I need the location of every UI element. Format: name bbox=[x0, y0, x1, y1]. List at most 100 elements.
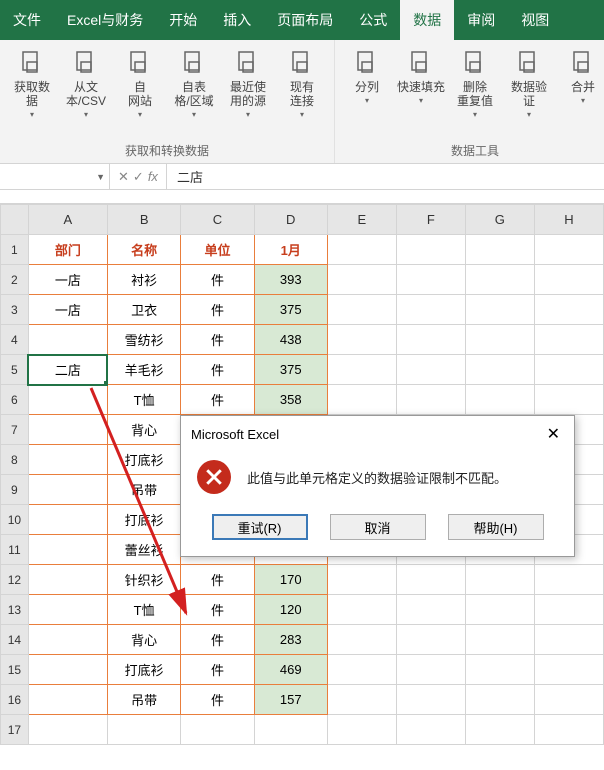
cell-H3[interactable] bbox=[534, 295, 603, 325]
cell-A2[interactable]: 一店 bbox=[28, 265, 107, 295]
row-header-9[interactable]: 9 bbox=[1, 475, 29, 505]
tab-插入[interactable]: 插入 bbox=[210, 0, 264, 40]
cell-E1[interactable] bbox=[327, 235, 396, 265]
cell-A11[interactable] bbox=[28, 535, 107, 565]
recent-sources[interactable]: 最近使用的源▾ bbox=[222, 44, 274, 140]
cell-D3[interactable]: 375 bbox=[254, 295, 327, 325]
cell-C13[interactable]: 件 bbox=[181, 595, 254, 625]
col-header-E[interactable]: E bbox=[327, 205, 396, 235]
cell-E14[interactable] bbox=[327, 625, 396, 655]
col-header-C[interactable]: C bbox=[181, 205, 254, 235]
row-header-13[interactable]: 13 bbox=[1, 595, 29, 625]
cell-E6[interactable] bbox=[327, 385, 396, 415]
cell-G2[interactable] bbox=[465, 265, 534, 295]
cell-H17[interactable] bbox=[534, 715, 603, 745]
cell-A17[interactable] bbox=[28, 715, 107, 745]
name-box[interactable]: ▼ bbox=[0, 164, 110, 189]
col-header-H[interactable]: H bbox=[534, 205, 603, 235]
col-header-G[interactable]: G bbox=[465, 205, 534, 235]
cell-B5[interactable]: 羊毛衫 bbox=[107, 355, 180, 385]
cell-A7[interactable] bbox=[28, 415, 107, 445]
cell-E12[interactable] bbox=[327, 565, 396, 595]
cell-A9[interactable] bbox=[28, 475, 107, 505]
cell-D5[interactable]: 375 bbox=[254, 355, 327, 385]
cell-H13[interactable] bbox=[534, 595, 603, 625]
formula-input[interactable]: 二店 bbox=[167, 164, 604, 189]
cell-A4[interactable] bbox=[28, 325, 107, 355]
cell-F6[interactable] bbox=[396, 385, 465, 415]
row-header-12[interactable]: 12 bbox=[1, 565, 29, 595]
cell-B8[interactable]: 打底衫 bbox=[107, 445, 180, 475]
cell-F5[interactable] bbox=[396, 355, 465, 385]
row-header-11[interactable]: 11 bbox=[1, 535, 29, 565]
cell-A15[interactable] bbox=[28, 655, 107, 685]
cell-C12[interactable]: 件 bbox=[181, 565, 254, 595]
cell-A12[interactable] bbox=[28, 565, 107, 595]
data-validation[interactable]: 数据验证▾ bbox=[503, 44, 555, 140]
close-icon[interactable]: ✕ bbox=[543, 424, 564, 444]
cell-E15[interactable] bbox=[327, 655, 396, 685]
cell-C17[interactable] bbox=[181, 715, 254, 745]
cell-D6[interactable]: 358 bbox=[254, 385, 327, 415]
row-header-1[interactable]: 1 bbox=[1, 235, 29, 265]
cell-B9[interactable]: 吊带 bbox=[107, 475, 180, 505]
cell-C14[interactable]: 件 bbox=[181, 625, 254, 655]
cell-G12[interactable] bbox=[465, 565, 534, 595]
from-csv[interactable]: 从文本/CSV▾ bbox=[60, 44, 112, 140]
help-button[interactable]: 帮助(H) bbox=[448, 514, 544, 540]
cell-G16[interactable] bbox=[465, 685, 534, 715]
cell-F4[interactable] bbox=[396, 325, 465, 355]
cell-A14[interactable] bbox=[28, 625, 107, 655]
cell-B14[interactable]: 背心 bbox=[107, 625, 180, 655]
cell-B2[interactable]: 衬衫 bbox=[107, 265, 180, 295]
cell-A6[interactable] bbox=[28, 385, 107, 415]
cell-A3[interactable]: 一店 bbox=[28, 295, 107, 325]
from-table[interactable]: 自表格/区域▾ bbox=[168, 44, 220, 140]
cell-A5[interactable]: 二店 bbox=[28, 355, 107, 385]
cell-C5[interactable]: 件 bbox=[181, 355, 254, 385]
cell-B15[interactable]: 打底衫 bbox=[107, 655, 180, 685]
cell-A10[interactable] bbox=[28, 505, 107, 535]
cell-E5[interactable] bbox=[327, 355, 396, 385]
cell-A1[interactable]: 部门 bbox=[28, 235, 107, 265]
cell-C4[interactable]: 件 bbox=[181, 325, 254, 355]
consolidate[interactable]: 合并▾ bbox=[557, 44, 604, 140]
cell-D2[interactable]: 393 bbox=[254, 265, 327, 295]
col-header-B[interactable]: B bbox=[107, 205, 180, 235]
cell-C3[interactable]: 件 bbox=[181, 295, 254, 325]
cell-F12[interactable] bbox=[396, 565, 465, 595]
get-data[interactable]: 获取数据▾ bbox=[6, 44, 58, 140]
cell-G4[interactable] bbox=[465, 325, 534, 355]
cell-H6[interactable] bbox=[534, 385, 603, 415]
confirm-edit-icon[interactable]: ✓ bbox=[133, 169, 144, 185]
col-header-F[interactable]: F bbox=[396, 205, 465, 235]
tab-视图[interactable]: 视图 bbox=[508, 0, 562, 40]
cell-E13[interactable] bbox=[327, 595, 396, 625]
existing-conn[interactable]: 现有连接▾ bbox=[276, 44, 328, 140]
cell-H12[interactable] bbox=[534, 565, 603, 595]
cell-E2[interactable] bbox=[327, 265, 396, 295]
cell-F14[interactable] bbox=[396, 625, 465, 655]
cell-H4[interactable] bbox=[534, 325, 603, 355]
cell-H1[interactable] bbox=[534, 235, 603, 265]
cell-C6[interactable]: 件 bbox=[181, 385, 254, 415]
cell-H2[interactable] bbox=[534, 265, 603, 295]
cell-B3[interactable]: 卫衣 bbox=[107, 295, 180, 325]
cell-G17[interactable] bbox=[465, 715, 534, 745]
row-header-16[interactable]: 16 bbox=[1, 685, 29, 715]
col-header-D[interactable]: D bbox=[254, 205, 327, 235]
from-web[interactable]: 自网站▾ bbox=[114, 44, 166, 140]
cell-D16[interactable]: 157 bbox=[254, 685, 327, 715]
cell-F16[interactable] bbox=[396, 685, 465, 715]
tab-Excel与财务[interactable]: Excel与财务 bbox=[54, 0, 156, 40]
cell-B1[interactable]: 名称 bbox=[107, 235, 180, 265]
cell-B10[interactable]: 打底衫 bbox=[107, 505, 180, 535]
row-header-5[interactable]: 5 bbox=[1, 355, 29, 385]
cell-G15[interactable] bbox=[465, 655, 534, 685]
cell-H14[interactable] bbox=[534, 625, 603, 655]
row-header-14[interactable]: 14 bbox=[1, 625, 29, 655]
cell-H5[interactable] bbox=[534, 355, 603, 385]
cell-D17[interactable] bbox=[254, 715, 327, 745]
tab-页面布局[interactable]: 页面布局 bbox=[264, 0, 346, 40]
cell-D15[interactable]: 469 bbox=[254, 655, 327, 685]
